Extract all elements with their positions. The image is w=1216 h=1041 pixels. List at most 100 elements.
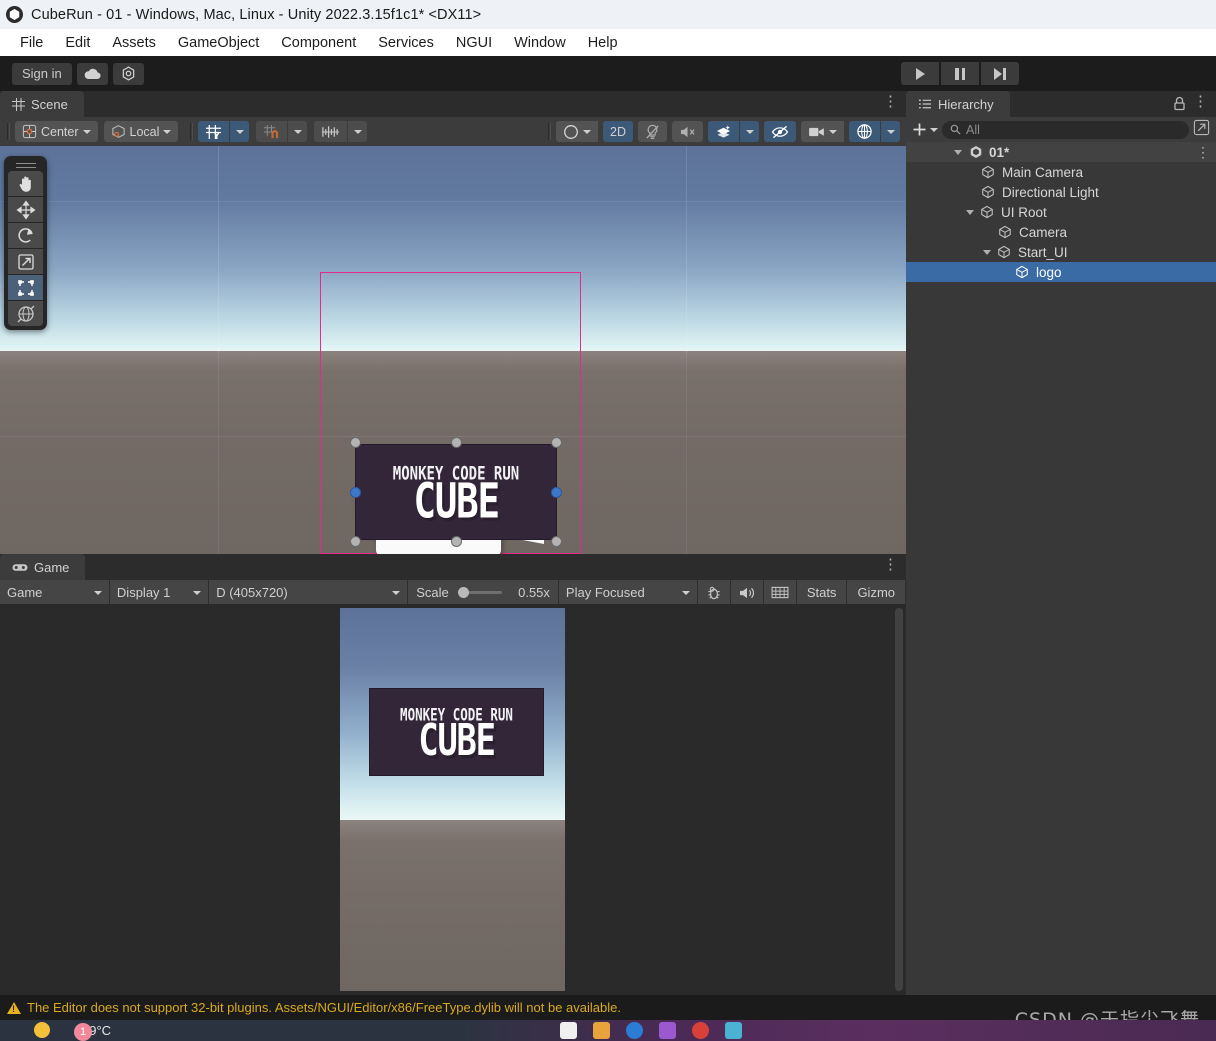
gizmos-button[interactable] (849, 121, 880, 142)
move-arrows-icon (15, 199, 36, 220)
play-button[interactable] (901, 62, 939, 85)
scene-viewport[interactable]: MONKEY CODE RUN CUBE (0, 146, 906, 554)
menu-assets[interactable]: Assets (101, 33, 167, 53)
grid-size-button[interactable] (314, 121, 348, 142)
resize-handle-bl[interactable] (350, 536, 361, 547)
pivot-mode-button[interactable]: Center (15, 121, 98, 142)
grid-axis-button[interactable] (198, 121, 230, 142)
resize-handle-tl[interactable] (350, 437, 361, 448)
gizmos-button[interactable]: Gizmo (847, 580, 906, 605)
tool-palette-grip[interactable] (8, 160, 43, 171)
tab-scene[interactable]: Scene (0, 91, 84, 117)
menu-services[interactable]: Services (367, 33, 445, 53)
scene-lighting-button[interactable] (638, 121, 667, 142)
hierarchy-row-ui-root[interactable]: UI Root (906, 202, 1216, 222)
scale-tool[interactable] (8, 249, 43, 274)
handle-space-button[interactable]: Local (103, 121, 179, 142)
resolution-select[interactable]: D (405x720) (209, 580, 409, 605)
hierarchy-list-icon (918, 99, 932, 108)
hierarchy-row-directional-light[interactable]: Directional Light (906, 182, 1216, 202)
2d-mode-button[interactable]: 2D (603, 121, 633, 142)
menu-edit[interactable]: Edit (54, 33, 101, 53)
scale-slider-group[interactable]: Scale 0.55x (408, 580, 559, 605)
step-button[interactable] (981, 62, 1019, 85)
gizmos-dropdown[interactable] (881, 121, 900, 142)
rotate-tool[interactable] (8, 223, 43, 248)
tab-game[interactable]: Game (0, 554, 86, 580)
logo-sprite[interactable]: MONKEY CODE RUN CUBE (355, 444, 557, 540)
game-view-mode-select[interactable]: Game (0, 580, 110, 605)
menu-ngui[interactable]: NGUI (445, 33, 503, 53)
lock-icon[interactable] (1173, 96, 1186, 116)
chevron-down-icon (930, 127, 938, 132)
taskbar-icon-3[interactable] (626, 1022, 643, 1039)
scale-slider[interactable] (457, 587, 502, 598)
tab-hierarchy[interactable]: Hierarchy (906, 91, 1010, 117)
game-menu-icon[interactable]: ⋮ (883, 557, 898, 572)
audio-speaker-icon[interactable] (730, 580, 764, 605)
shading-mode-button[interactable] (556, 121, 599, 142)
scene-fx-button[interactable] (708, 121, 739, 142)
hidden-objects-button[interactable] (764, 121, 796, 142)
transform-tool[interactable] (8, 301, 43, 326)
cloud-icon[interactable] (76, 62, 108, 85)
taskbar-icon-4[interactable] (659, 1022, 676, 1039)
hierarchy-row-scene[interactable]: 01* ⋮ (906, 142, 1216, 162)
menu-window[interactable]: Window (503, 33, 577, 53)
hierarchy-row-main-camera[interactable]: Main Camera (906, 162, 1216, 182)
taskbar-icon-1[interactable] (560, 1022, 577, 1039)
grid-size-dropdown[interactable] (348, 121, 368, 142)
resize-handle-bc[interactable] (451, 536, 462, 547)
chevron-down-icon[interactable] (954, 149, 962, 155)
menu-help[interactable]: Help (577, 33, 629, 53)
hierarchy-row-label: Directional Light (1002, 184, 1099, 200)
grid-axis-dropdown[interactable] (230, 121, 250, 142)
grid-axis-y-icon (206, 124, 222, 139)
menu-file[interactable]: File (9, 33, 54, 53)
menu-component[interactable]: Component (270, 33, 367, 53)
resize-handle-br[interactable] (551, 536, 562, 547)
hierarchy-row-start-ui[interactable]: Start_UI (906, 242, 1216, 262)
taskbar-icon-5[interactable] (692, 1022, 709, 1039)
taskbar-icon-6[interactable] (725, 1022, 742, 1039)
hierarchy-menu-icon[interactable]: ⋮ (1193, 94, 1208, 109)
hand-tool[interactable] (8, 171, 43, 196)
chevron-down-icon[interactable] (966, 209, 974, 215)
grid-snap-dropdown[interactable] (288, 121, 308, 142)
pause-button[interactable] (941, 62, 979, 85)
display-select[interactable]: Display 1 (109, 580, 210, 605)
play-mode-select[interactable]: Play Focused (558, 580, 698, 605)
game-view-area[interactable]: MONKEY CODE RUN CUBE (0, 604, 906, 995)
resize-handle-tr[interactable] (551, 437, 562, 448)
hierarchy-row-camera[interactable]: Camera (906, 222, 1216, 242)
scene-camera-button[interactable] (801, 121, 844, 142)
game-viewport[interactable]: MONKEY CODE RUN CUBE (340, 608, 565, 991)
snap-combo (256, 121, 308, 142)
toolbar-separator-3 (548, 123, 550, 140)
resize-handle-ml[interactable] (350, 487, 361, 498)
tab-game-label: Game (34, 559, 70, 575)
resize-handle-mr[interactable] (551, 487, 562, 498)
gear-icon[interactable] (112, 62, 144, 85)
debug-bug-icon[interactable] (697, 580, 731, 605)
taskbar-weather[interactable]: 1 19°C (34, 1022, 111, 1041)
hierarchy-row-logo[interactable]: logo (906, 262, 1216, 282)
taskbar-icon-2[interactable] (593, 1022, 610, 1039)
expand-window-icon[interactable] (1193, 119, 1210, 141)
add-object-button[interactable] (912, 122, 938, 137)
scene-menu-icon[interactable]: ⋮ (883, 94, 898, 109)
rect-tool[interactable] (8, 275, 43, 300)
scene-row-menu-icon[interactable]: ⋮ (1196, 145, 1210, 159)
stats-button[interactable]: Stats (796, 580, 848, 605)
game-view-scrollbar[interactable] (895, 608, 903, 991)
move-tool[interactable] (8, 197, 43, 222)
scene-fx-dropdown[interactable] (740, 121, 759, 142)
menu-gameobject[interactable]: GameObject (167, 33, 270, 53)
resize-handle-tc[interactable] (451, 437, 462, 448)
chevron-down-icon[interactable] (983, 249, 991, 255)
low-resolution-icon[interactable] (763, 580, 797, 605)
grid-snap-button[interactable] (256, 121, 288, 142)
scene-audio-button[interactable] (672, 121, 703, 142)
sign-in-button[interactable]: Sign in (12, 62, 72, 85)
hierarchy-search-input[interactable]: All (942, 120, 1189, 139)
